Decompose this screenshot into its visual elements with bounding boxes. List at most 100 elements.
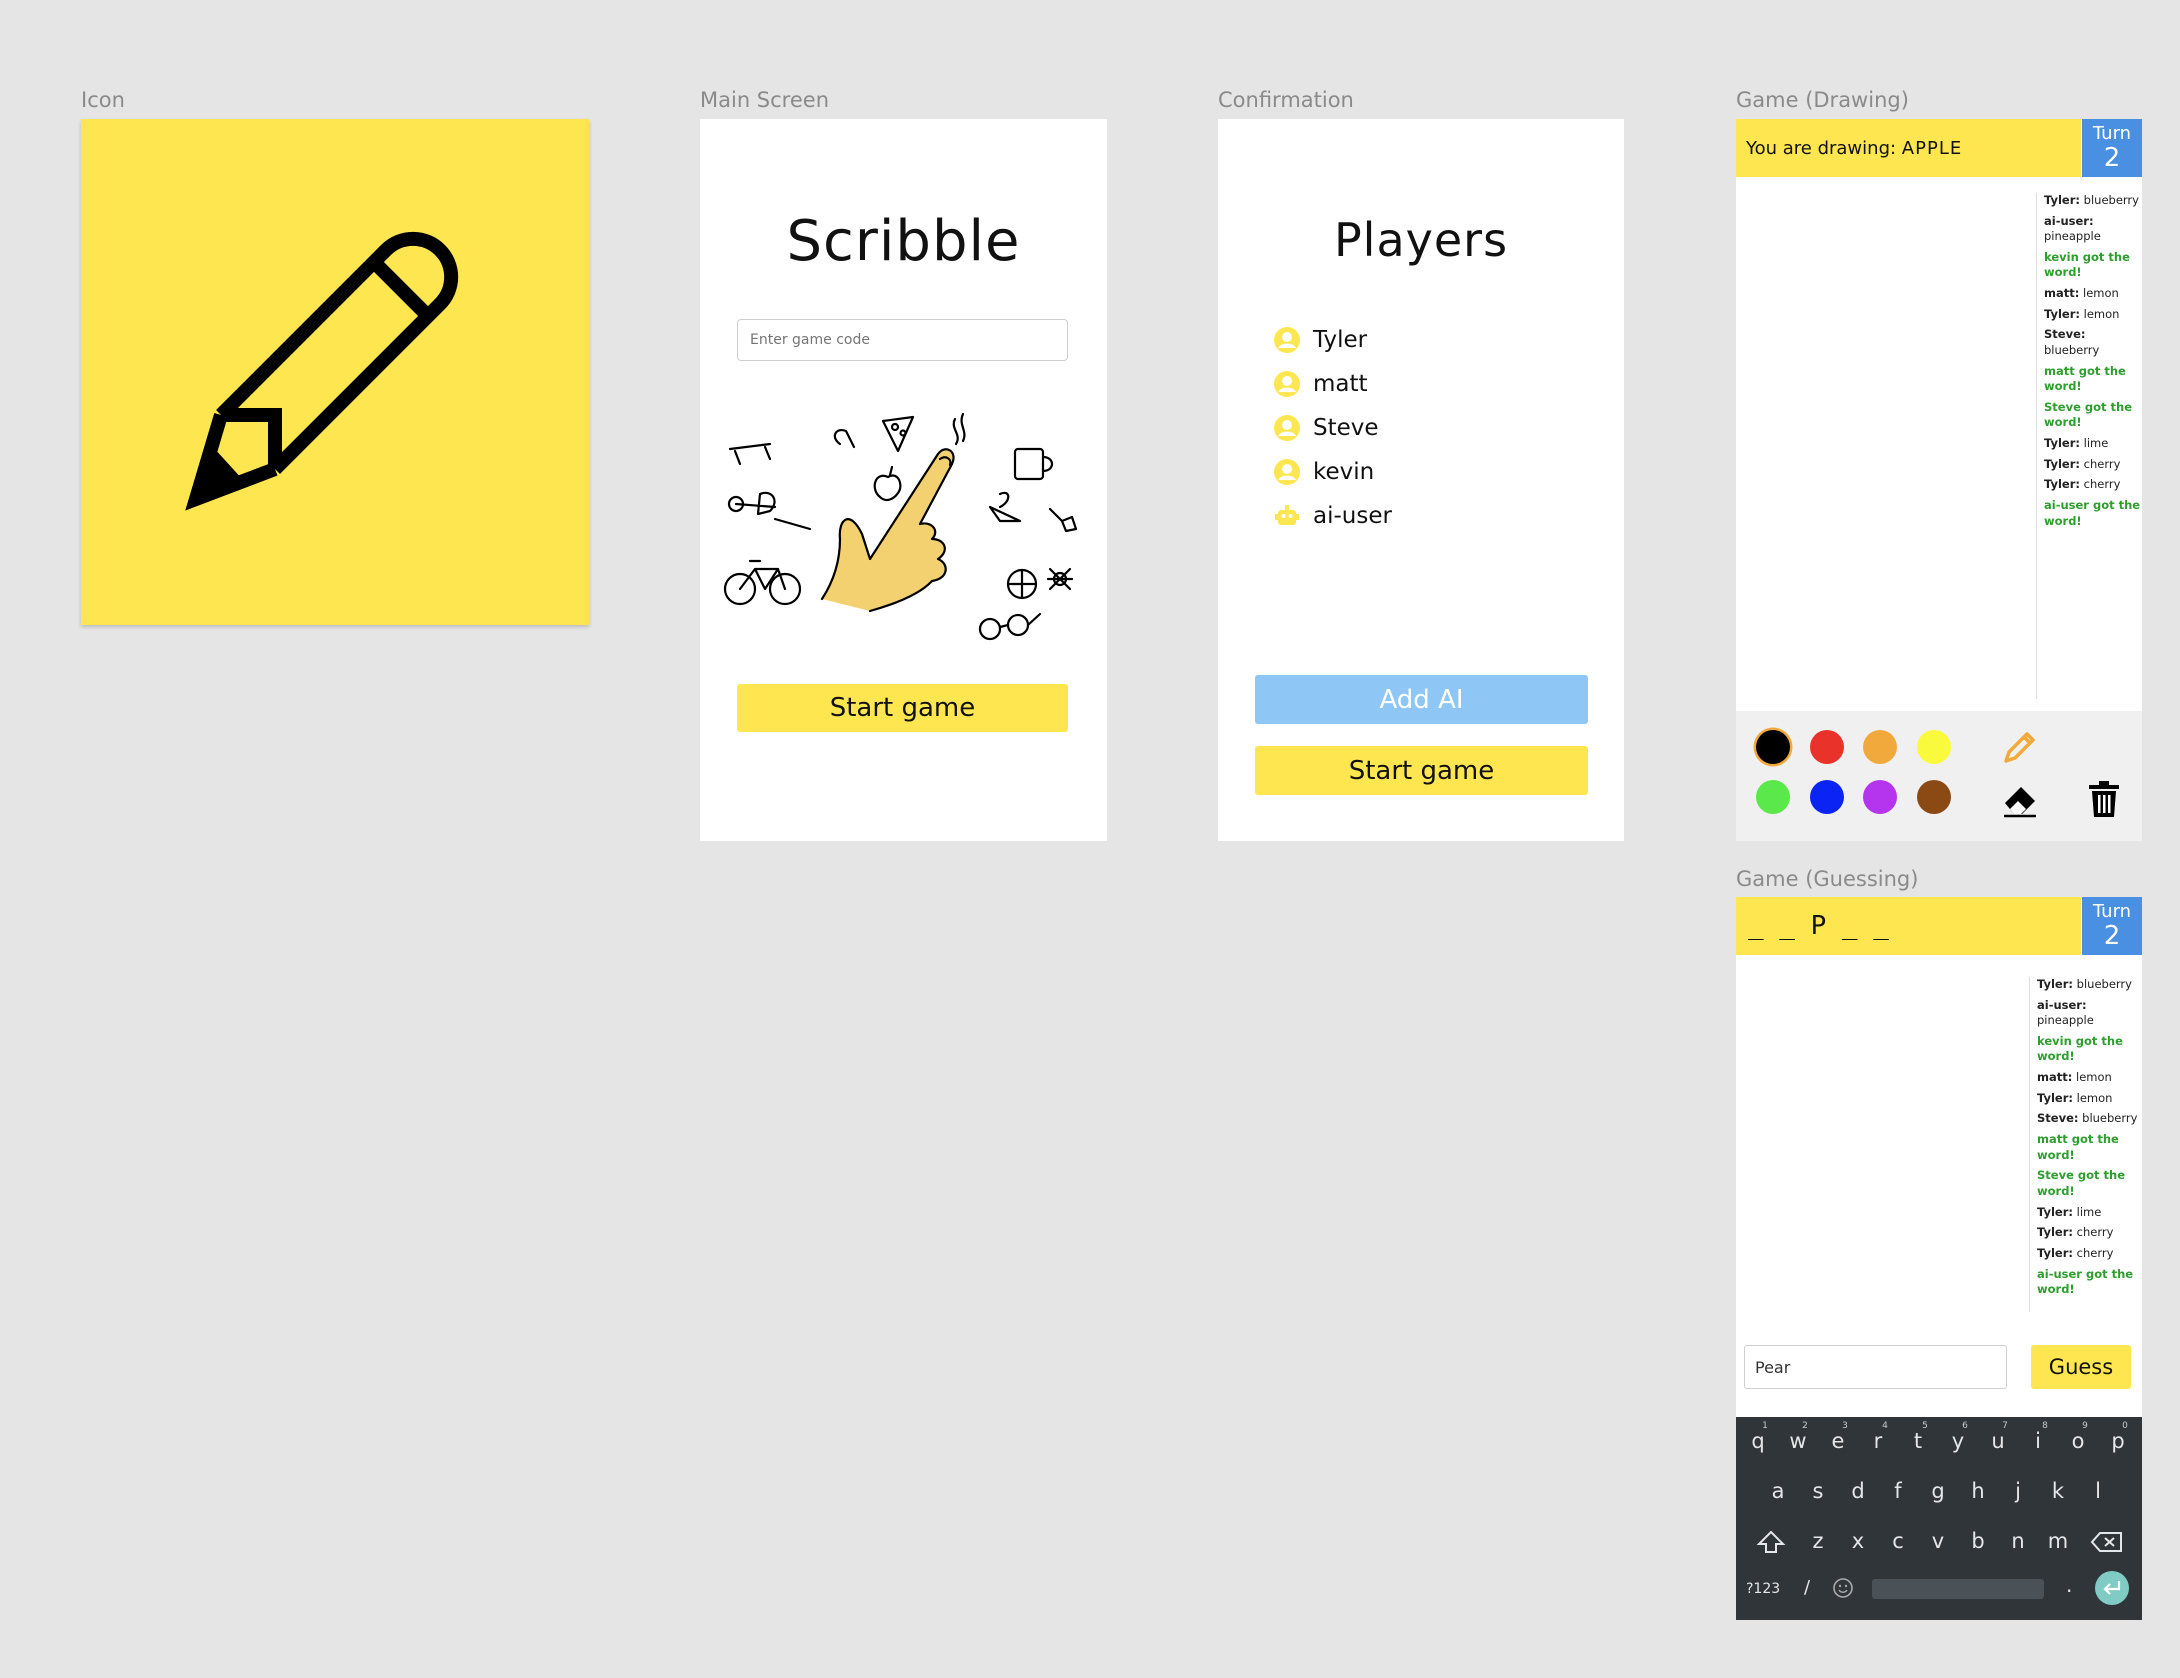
key-w[interactable]: w2 xyxy=(1780,1421,1816,1453)
key-y[interactable]: y6 xyxy=(1940,1421,1976,1453)
chat-system-message: Steve got the word! xyxy=(2044,399,2132,430)
key-m[interactable]: m xyxy=(2040,1529,2076,1553)
key-letter: l xyxy=(2095,1479,2101,1503)
guess-button[interactable]: Guess xyxy=(2031,1345,2131,1389)
key-k[interactable]: k xyxy=(2040,1479,2076,1503)
confirmation-screen: Players Tyler matt Steve kevin ai-user A… xyxy=(1218,119,1624,841)
color-swatch-purple[interactable] xyxy=(1863,780,1897,814)
user-icon xyxy=(1274,371,1300,397)
key-i[interactable]: i8 xyxy=(2020,1421,2056,1453)
drawing-prompt-label: You are drawing: xyxy=(1746,137,1897,159)
key-letter: n xyxy=(2011,1529,2025,1553)
key-letter: o xyxy=(2071,1429,2085,1453)
color-swatch-green[interactable] xyxy=(1756,780,1790,814)
color-swatch-red[interactable] xyxy=(1810,730,1844,764)
key-letter: m xyxy=(2047,1529,2069,1553)
player-item: matt xyxy=(1273,367,1368,401)
chat-username: ai-user: xyxy=(2044,213,2094,228)
turn-indicator: Turn 2 xyxy=(2082,119,2142,177)
chat-message: Tyler: cherry xyxy=(2037,1225,2142,1241)
key-f[interactable]: f xyxy=(1880,1479,1916,1503)
key-b[interactable]: b xyxy=(1960,1529,1996,1553)
chat-message: Steve: blueberry xyxy=(2044,327,2142,358)
player-name: matt xyxy=(1313,371,1368,397)
drawing-canvas[interactable] xyxy=(1736,177,2036,707)
slash-key[interactable]: / xyxy=(1804,1577,1810,1598)
start-game-button[interactable]: Start game xyxy=(737,684,1068,732)
chat-text: lime xyxy=(2083,436,2109,450)
turn-label: Turn xyxy=(2092,123,2132,144)
color-swatch-yellow[interactable] xyxy=(1917,730,1951,764)
chat-text: pineapple xyxy=(2044,229,2101,244)
key-hint: 6 xyxy=(1962,1421,1968,1431)
chat-text: lemon xyxy=(2076,1070,2112,1085)
start-game-button[interactable]: Start game xyxy=(1255,746,1588,795)
key-l[interactable]: l xyxy=(2080,1479,2116,1503)
chat-text: lemon xyxy=(2083,306,2120,321)
key-letter: k xyxy=(2051,1479,2065,1503)
chat-system-message: ai-user got the word! xyxy=(2037,1266,2134,1297)
color-swatch-orange[interactable] xyxy=(1863,730,1897,764)
key-hint: 1 xyxy=(1762,1421,1768,1431)
key-hint: 0 xyxy=(2122,1421,2128,1431)
key-s[interactable]: s xyxy=(1800,1479,1836,1503)
chat-system-message: matt got the word! xyxy=(2044,363,2126,394)
key-a[interactable]: a xyxy=(1760,1479,1796,1503)
key-hint: 7 xyxy=(2002,1421,2008,1431)
backspace-icon[interactable] xyxy=(2090,1529,2124,1555)
chat-text: lemon xyxy=(2076,1090,2113,1105)
chat-message: Tyler: lime xyxy=(2037,1205,2142,1221)
symbols-key[interactable]: ?123 xyxy=(1746,1581,1780,1597)
trash-icon[interactable] xyxy=(2086,779,2122,819)
key-e[interactable]: e3 xyxy=(1820,1421,1856,1453)
key-u[interactable]: u7 xyxy=(1980,1421,2016,1453)
emoji-icon[interactable] xyxy=(1832,1577,1854,1599)
key-j[interactable]: j xyxy=(2000,1479,2036,1503)
key-hint: 4 xyxy=(1882,1421,1888,1431)
key-c[interactable]: c xyxy=(1880,1529,1916,1553)
key-t[interactable]: t5 xyxy=(1900,1421,1936,1453)
game-code-input[interactable] xyxy=(737,319,1068,361)
key-v[interactable]: v xyxy=(1920,1529,1956,1553)
chat-message: Tyler: cherry xyxy=(2044,477,2142,493)
guess-input[interactable] xyxy=(1744,1345,2007,1389)
player-name: ai-user xyxy=(1313,503,1392,529)
period-key[interactable]: . xyxy=(2066,1573,2072,1597)
chat-username: Tyler: xyxy=(2044,436,2080,450)
key-o[interactable]: o9 xyxy=(2060,1421,2096,1453)
spacebar[interactable] xyxy=(1872,1579,2044,1599)
chat-username: ai-user: xyxy=(2037,997,2087,1012)
eraser-icon[interactable] xyxy=(2000,779,2040,819)
player-name: kevin xyxy=(1313,459,1375,485)
key-letter: d xyxy=(1851,1479,1865,1503)
key-n[interactable]: n xyxy=(2000,1529,2036,1553)
key-x[interactable]: x xyxy=(1840,1529,1876,1553)
color-swatch-black[interactable] xyxy=(1756,730,1790,764)
chat-username: Steve: xyxy=(2037,1111,2079,1126)
pencil-icon[interactable] xyxy=(2000,727,2040,767)
chat-text: cherry xyxy=(2076,1225,2114,1240)
chat-system-message: matt got the word! xyxy=(2037,1132,2119,1162)
key-p[interactable]: p0 xyxy=(2100,1421,2136,1453)
chat-message: Tyler: lemon xyxy=(2037,1091,2142,1107)
chat-username: Tyler: xyxy=(2037,1245,2073,1260)
key-q[interactable]: q1 xyxy=(1740,1421,1776,1453)
color-swatch-brown[interactable] xyxy=(1917,780,1951,814)
chat-text: blueberry xyxy=(2044,342,2100,357)
frame-label-confirm: Confirmation xyxy=(1218,88,1354,112)
key-d[interactable]: d xyxy=(1840,1479,1876,1503)
key-hint: 9 xyxy=(2082,1421,2088,1431)
add-ai-button[interactable]: Add AI xyxy=(1255,675,1588,724)
key-hint: 2 xyxy=(1802,1421,1808,1431)
shift-icon[interactable] xyxy=(1756,1529,1786,1555)
chat-username: Tyler: xyxy=(2044,306,2080,321)
key-g[interactable]: g xyxy=(1920,1479,1956,1503)
player-item: ai-user xyxy=(1273,499,1392,533)
player-item: Steve xyxy=(1273,411,1379,445)
key-r[interactable]: r4 xyxy=(1860,1421,1896,1453)
turn-label: Turn xyxy=(2092,901,2132,922)
enter-icon[interactable] xyxy=(2095,1571,2129,1605)
key-z[interactable]: z xyxy=(1800,1529,1836,1553)
color-swatch-blue[interactable] xyxy=(1810,780,1844,814)
key-h[interactable]: h xyxy=(1960,1479,1996,1503)
